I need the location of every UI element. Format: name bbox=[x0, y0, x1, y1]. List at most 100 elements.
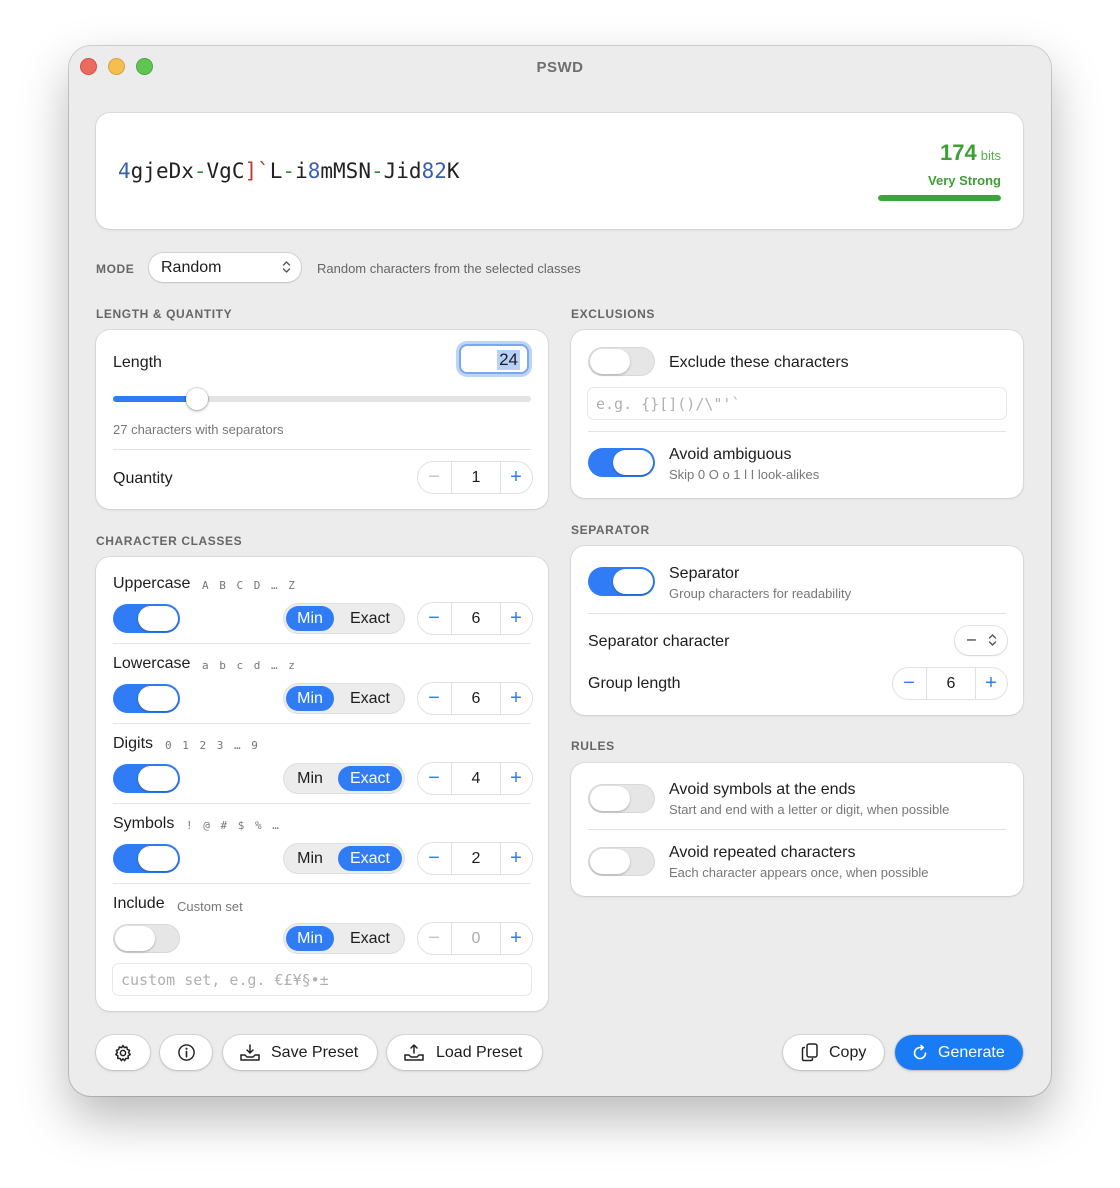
quantity-value[interactable]: 1 bbox=[451, 462, 501, 493]
exclude-characters-toggle[interactable] bbox=[588, 347, 655, 376]
digits-class-toggle[interactable] bbox=[113, 764, 180, 793]
custom-set-input[interactable]: custom set, e.g. €£¥§•± bbox=[113, 964, 531, 995]
uppercase-class-toggle[interactable] bbox=[113, 604, 180, 633]
avoid-ambiguous-label: Avoid ambiguous bbox=[669, 446, 792, 463]
divider bbox=[113, 803, 531, 804]
uppercase-count-value[interactable]: 6 bbox=[451, 603, 501, 634]
uppercase-decrement-button[interactable]: − bbox=[418, 603, 450, 634]
digits-count-stepper: −4 + bbox=[418, 763, 532, 794]
entropy-bits: 174 bits bbox=[940, 140, 1001, 166]
symbols-mode-exact-option[interactable]: Exact bbox=[338, 846, 402, 871]
digits-mode-min-option[interactable]: Min bbox=[286, 766, 334, 791]
toggle-knob bbox=[138, 846, 178, 871]
digits-count-value[interactable]: 4 bbox=[451, 763, 501, 794]
length-slider-thumb[interactable] bbox=[185, 388, 208, 410]
digits-increment-button[interactable]: + bbox=[500, 763, 532, 794]
lowercase-class-toggle[interactable] bbox=[113, 684, 180, 713]
avoid-repeated-toggle[interactable] bbox=[588, 847, 655, 876]
gear-icon bbox=[115, 1044, 131, 1062]
symbols-class-toggle[interactable] bbox=[113, 844, 180, 873]
separator-character-select[interactable]: – bbox=[955, 626, 1007, 655]
lowercase-mode-exact-option[interactable]: Exact bbox=[338, 686, 402, 711]
tray-arrow-down-icon bbox=[240, 1044, 260, 1061]
password-segment: Jid bbox=[383, 159, 422, 183]
password-segment: i bbox=[295, 159, 308, 183]
strength-meter bbox=[878, 195, 1001, 201]
avoid-repeated-label: Avoid repeated characters bbox=[669, 844, 856, 861]
uppercase-mode-segmented-control: Min Exact bbox=[283, 603, 405, 634]
lowercase-class-name: Lowercase bbox=[113, 655, 191, 672]
symbols-count-value[interactable]: 2 bbox=[451, 843, 501, 874]
group-length-label: Group length bbox=[588, 675, 681, 692]
exclude-characters-input[interactable]: e.g. {}[]()/\"'` bbox=[588, 388, 1006, 419]
avoid-symbols-ends-toggle[interactable] bbox=[588, 784, 655, 813]
group-length-value[interactable]: 6 bbox=[926, 668, 976, 699]
copy-button[interactable]: Copy bbox=[783, 1035, 884, 1070]
quantity-decrement-button[interactable]: − bbox=[418, 462, 450, 493]
symbols-decrement-button[interactable]: − bbox=[418, 843, 450, 874]
load-preset-button[interactable]: Load Preset bbox=[387, 1035, 542, 1070]
digits-decrement-button[interactable]: − bbox=[418, 763, 450, 794]
toggle-knob bbox=[590, 786, 630, 811]
generate-label: Generate bbox=[938, 1044, 1005, 1061]
custom-set-placeholder: custom set, e.g. €£¥§•± bbox=[121, 971, 329, 989]
tray-arrow-up-icon bbox=[404, 1044, 424, 1061]
lowercase-count-stepper: −6 + bbox=[418, 683, 532, 714]
digits-class-sample: 0 1 2 3 … 9 bbox=[165, 739, 260, 752]
include-decrement-button[interactable]: − bbox=[418, 923, 450, 954]
uppercase-count-stepper: −6 + bbox=[418, 603, 532, 634]
toggle-knob bbox=[138, 686, 178, 711]
toggle-knob bbox=[590, 849, 630, 874]
length-quantity-section-label: LENGTH & QUANTITY bbox=[96, 307, 233, 321]
strength-label: Very Strong bbox=[928, 173, 1001, 188]
symbols-class-name: Symbols bbox=[113, 815, 175, 832]
lowercase-decrement-button[interactable]: − bbox=[418, 683, 450, 714]
lowercase-increment-button[interactable]: + bbox=[500, 683, 532, 714]
include-class-toggle[interactable] bbox=[113, 924, 180, 953]
password-segment: K bbox=[446, 159, 460, 183]
password-segment: 4 bbox=[118, 159, 131, 183]
settings-button[interactable] bbox=[96, 1035, 150, 1070]
include-mode-exact-option[interactable]: Exact bbox=[338, 926, 402, 951]
entropy-value: 174 bbox=[940, 140, 977, 165]
avoid-symbols-ends-sub: Start and end with a letter or digit, wh… bbox=[669, 802, 950, 817]
group-length-stepper: − 6 + bbox=[893, 668, 1007, 699]
mode-select[interactable]: Random bbox=[149, 253, 301, 282]
digits-mode-exact-option[interactable]: Exact bbox=[338, 766, 402, 791]
separator-toggle[interactable] bbox=[588, 567, 655, 596]
copy-icon bbox=[801, 1043, 818, 1062]
password-segment: gjeDx bbox=[130, 159, 194, 183]
include-mode-segmented-control: Min Exact bbox=[283, 923, 405, 954]
toggle-knob bbox=[613, 450, 653, 475]
symbols-increment-button[interactable]: + bbox=[500, 843, 532, 874]
exclude-characters-placeholder: e.g. {}[]()/\"'` bbox=[596, 395, 741, 413]
digits-mode-segmented-control: Min Exact bbox=[283, 763, 405, 794]
save-preset-button[interactable]: Save Preset bbox=[223, 1035, 377, 1070]
uppercase-mode-min-option[interactable]: Min bbox=[286, 606, 334, 631]
length-slider[interactable] bbox=[113, 388, 531, 410]
separator-section-label: SEPARATOR bbox=[571, 523, 650, 537]
avoid-ambiguous-toggle[interactable] bbox=[588, 448, 655, 477]
separator-character-label: Separator character bbox=[588, 633, 730, 650]
info-button[interactable] bbox=[160, 1035, 212, 1070]
divider bbox=[588, 431, 1006, 432]
group-length-decrement-button[interactable]: − bbox=[893, 668, 925, 699]
password-segment: 82 bbox=[421, 159, 447, 183]
toggle-knob bbox=[138, 766, 178, 791]
symbols-mode-min-option[interactable]: Min bbox=[286, 846, 334, 871]
include-mode-min-option[interactable]: Min bbox=[286, 926, 334, 951]
rules-card: Avoid symbols at the ends Start and end … bbox=[571, 763, 1023, 896]
generate-button[interactable]: Generate bbox=[895, 1035, 1023, 1070]
generated-password[interactable]: 4gjeDx-VgC]`L-i8mMSN-Jid82K bbox=[118, 159, 460, 183]
group-length-increment-button[interactable]: + bbox=[975, 668, 1007, 699]
uppercase-mode-exact-option[interactable]: Exact bbox=[338, 606, 402, 631]
lowercase-mode-min-option[interactable]: Min bbox=[286, 686, 334, 711]
uppercase-increment-button[interactable]: + bbox=[500, 603, 532, 634]
include-count-value[interactable]: 0 bbox=[451, 923, 501, 954]
include-increment-button[interactable]: + bbox=[500, 923, 532, 954]
quantity-increment-button[interactable]: + bbox=[500, 462, 532, 493]
length-label: Length bbox=[113, 354, 162, 371]
length-input[interactable]: 24 bbox=[459, 344, 529, 374]
mode-description: Random characters from the selected clas… bbox=[317, 261, 581, 276]
lowercase-count-value[interactable]: 6 bbox=[451, 683, 501, 714]
